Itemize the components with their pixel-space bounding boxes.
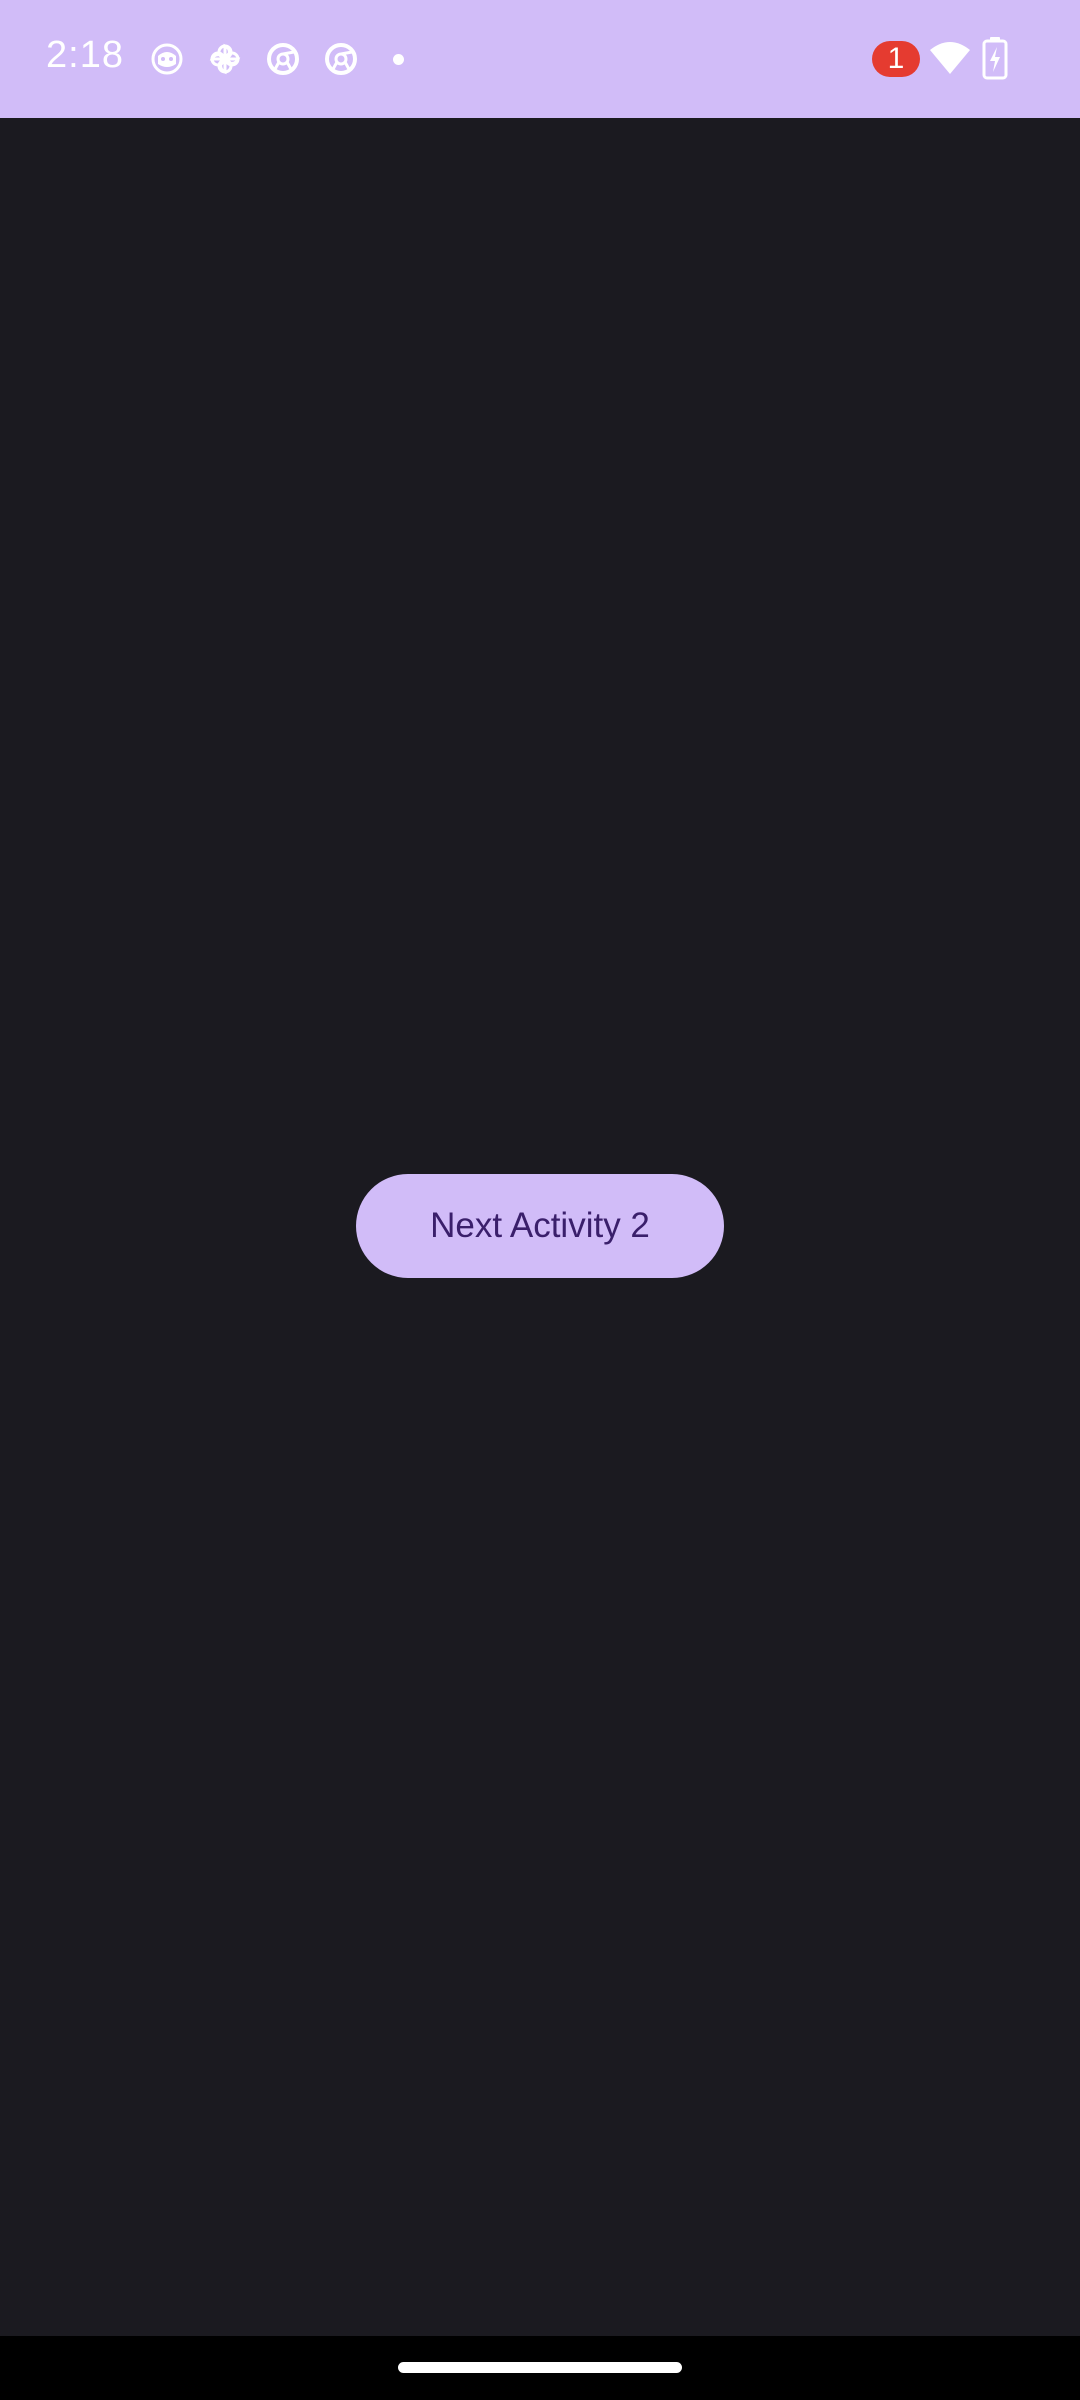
more-notifications-dot-icon [393,54,404,65]
wifi-icon [928,40,972,76]
next-activity-button[interactable]: Next Activity 2 [356,1174,724,1278]
navigation-bar [0,2336,1080,2400]
status-time: 2:18 [46,34,124,76]
notification-count-badge: 1 [872,41,920,77]
app-notification-icon [150,42,184,76]
battery-charging-icon [982,36,1008,80]
chrome-icon [266,42,300,76]
status-bar: 2:18 1 [0,0,1080,118]
screen: 2:18 1 Next Activity 2 [0,0,1080,2400]
pinwheel-icon [208,42,242,76]
home-gesture-handle[interactable] [398,2362,682,2373]
chrome-icon [324,42,358,76]
